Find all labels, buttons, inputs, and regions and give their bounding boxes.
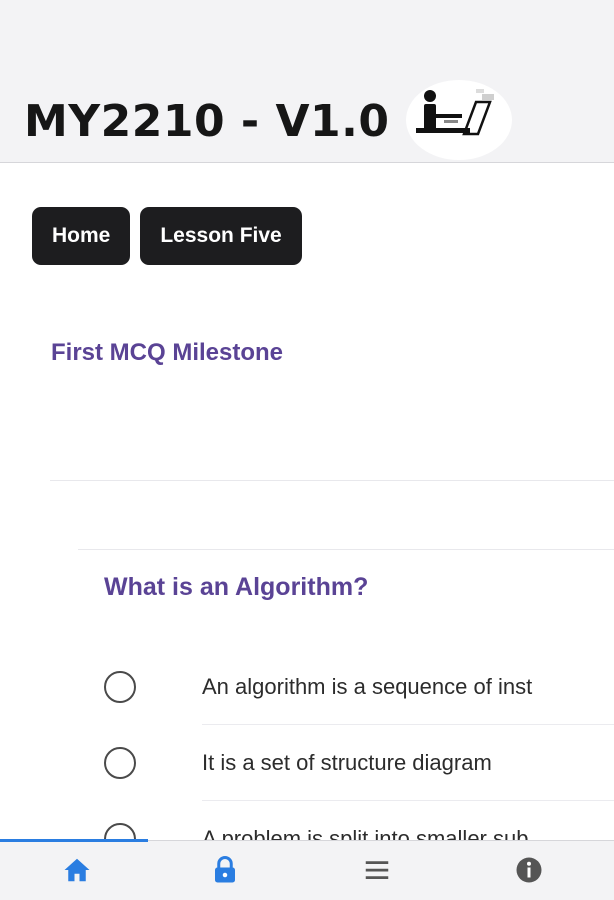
tab-menu[interactable] xyxy=(300,841,453,899)
breadcrumb: Home Lesson Five xyxy=(32,207,302,265)
app-header: MY2210 - V1.0 xyxy=(0,0,614,163)
answer-option-label[interactable]: An algorithm is a sequence of inst xyxy=(202,674,532,700)
radio-button[interactable] xyxy=(104,823,136,840)
milestone-title: First MCQ Milestone xyxy=(51,339,284,366)
lesson-content: Home Lesson Five First MCQ Milestone Wha… xyxy=(0,164,614,840)
tab-home[interactable] xyxy=(0,841,153,899)
tab-info[interactable] xyxy=(452,841,605,899)
lesson-five-button[interactable]: Lesson Five xyxy=(140,207,302,265)
home-icon xyxy=(64,858,89,882)
question-divider xyxy=(78,549,614,550)
answer-option[interactable]: It is a set of structure diagram xyxy=(100,725,614,801)
person-at-laptop-icon xyxy=(406,80,512,160)
radio-button[interactable] xyxy=(104,747,136,779)
lock-icon xyxy=(214,856,235,883)
section-divider xyxy=(50,480,614,481)
answer-option[interactable]: A problem is split into smaller sub xyxy=(100,801,614,840)
answer-option-label[interactable]: It is a set of structure diagram xyxy=(202,750,492,776)
question-title: What is an Algorithm? xyxy=(104,573,369,601)
menu-icon xyxy=(365,861,388,879)
app-title: MY2210 - V1.0 xyxy=(24,96,390,147)
answer-option[interactable]: An algorithm is a sequence of inst xyxy=(100,649,614,725)
answer-option-label[interactable]: A problem is split into smaller sub xyxy=(202,826,528,840)
tab-lock[interactable] xyxy=(148,841,301,899)
home-button[interactable]: Home xyxy=(32,207,131,265)
info-icon xyxy=(516,857,541,883)
bottom-tab-bar xyxy=(0,839,614,900)
radio-button[interactable] xyxy=(104,671,136,703)
